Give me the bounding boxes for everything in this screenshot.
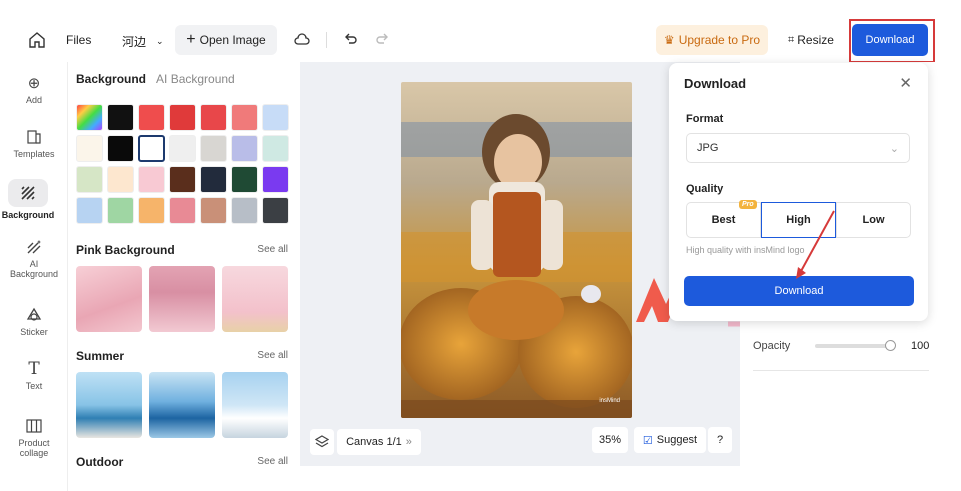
color-swatch[interactable]: [76, 166, 103, 193]
color-swatch[interactable]: [76, 135, 103, 162]
color-swatch[interactable]: [107, 135, 134, 162]
format-label: Format: [686, 113, 724, 125]
crown-icon: ♛: [663, 33, 675, 47]
chevron-down-icon: ⌄: [156, 36, 164, 46]
color-swatch[interactable]: [262, 104, 289, 131]
color-swatch[interactable]: [169, 197, 196, 224]
opacity-slider[interactable]: [815, 344, 891, 348]
top-toolbar: Files 河边 ⌄ + Open Image ♛ Upgrade to Pro…: [0, 0, 961, 62]
color-swatch[interactable]: [200, 135, 227, 162]
color-swatch[interactable]: [138, 197, 165, 224]
home-icon[interactable]: [26, 30, 48, 50]
pro-badge: Pro: [739, 200, 757, 209]
color-swatch[interactable]: [231, 135, 258, 162]
color-swatch[interactable]: [138, 104, 165, 131]
project-name-dropdown[interactable]: 河边 ⌄: [122, 33, 164, 50]
sticker-icon: [25, 306, 43, 324]
see-all-link[interactable]: See all: [257, 350, 288, 361]
upgrade-to-pro-button[interactable]: ♛ Upgrade to Pro: [656, 25, 768, 55]
toolbar-divider: [326, 32, 327, 48]
close-icon[interactable]: ✕: [899, 74, 912, 92]
color-swatch[interactable]: [231, 197, 258, 224]
color-swatch[interactable]: [200, 166, 227, 193]
color-swatch[interactable]: [138, 135, 165, 162]
color-swatch[interactable]: [76, 197, 103, 224]
background-panel: Background AI Background Pink Background…: [68, 62, 298, 491]
color-swatch[interactable]: [231, 104, 258, 131]
download-popup-title: Download: [684, 76, 747, 91]
color-swatch[interactable]: [169, 135, 196, 162]
quality-note: High quality with insMind logo: [686, 245, 805, 255]
nav-sticker[interactable]: Sticker: [0, 306, 68, 337]
format-select[interactable]: JPG ⌄: [686, 133, 910, 163]
see-all-link[interactable]: See all: [257, 244, 288, 255]
see-all-link[interactable]: See all: [257, 456, 288, 467]
summer-thumb[interactable]: [149, 372, 215, 438]
plus-circle-icon: ⊕: [27, 75, 41, 92]
opacity-value: 100: [911, 340, 930, 352]
annotation-arrow: [796, 210, 835, 279]
suggest-icon: ☑: [642, 434, 653, 447]
open-image-button[interactable]: + Open Image: [175, 25, 277, 55]
resize-icon: ⌗: [788, 33, 795, 46]
pink-background-thumb[interactable]: [76, 266, 142, 332]
section-title: Pink Background: [76, 243, 175, 257]
color-swatch[interactable]: [169, 166, 196, 193]
canvas-image[interactable]: insMind: [401, 82, 632, 418]
nav-templates[interactable]: Templates: [0, 128, 68, 159]
tab-ai-background[interactable]: AI Background: [156, 72, 235, 86]
opacity-slider-handle[interactable]: [885, 340, 896, 351]
canvas-pager[interactable]: Canvas 1/1 »: [337, 429, 421, 455]
nav-add[interactable]: ⊕ Add: [0, 74, 68, 105]
resize-button[interactable]: ⌗ Resize: [786, 25, 836, 55]
color-swatch[interactable]: [169, 104, 196, 131]
suggest-button[interactable]: ☑ Suggest: [634, 427, 706, 453]
color-swatch[interactable]: [138, 166, 165, 193]
plus-icon: +: [186, 31, 196, 48]
chevron-down-icon: ⌄: [889, 142, 899, 155]
quality-label: Quality: [686, 183, 724, 195]
text-icon: T: [28, 359, 40, 379]
color-swatch[interactable]: [107, 197, 134, 224]
background-icon: [8, 179, 48, 207]
zoom-level[interactable]: 35%: [592, 427, 628, 453]
help-button[interactable]: ?: [708, 427, 732, 453]
tab-background[interactable]: Background: [76, 72, 146, 86]
summer-thumb[interactable]: [76, 372, 142, 438]
color-swatch[interactable]: [231, 166, 258, 193]
nav-text[interactable]: T Text: [0, 359, 68, 391]
highlight-frame: [849, 19, 935, 63]
image-watermark: insMind: [599, 398, 620, 404]
color-swatch[interactable]: [262, 166, 289, 193]
nav-background[interactable]: Background: [0, 179, 62, 220]
double-chevron-right-icon: »: [405, 436, 412, 448]
color-swatch-grid: [76, 104, 289, 224]
pink-background-thumb[interactable]: [149, 266, 215, 332]
redo-icon[interactable]: [374, 31, 390, 47]
ai-background-icon: [25, 238, 43, 256]
section-title: Outdoor: [76, 455, 124, 469]
section-title: Summer: [76, 349, 125, 363]
color-swatch[interactable]: [200, 104, 227, 131]
files-menu[interactable]: Files: [66, 33, 91, 47]
templates-icon: [25, 128, 43, 146]
color-swatch[interactable]: [107, 166, 134, 193]
collage-icon: [25, 417, 43, 435]
pink-background-thumb[interactable]: [222, 266, 288, 332]
left-nav: ⊕ Add Templates Background AI Background…: [0, 62, 68, 491]
color-swatch[interactable]: [107, 104, 134, 131]
nav-ai-background[interactable]: AI Background: [0, 238, 68, 279]
cloud-sync-icon[interactable]: [293, 31, 311, 49]
layers-icon[interactable]: [310, 429, 334, 455]
opacity-label: Opacity: [753, 340, 791, 352]
quality-best-option[interactable]: Best Pro: [686, 200, 761, 238]
color-swatch[interactable]: [76, 104, 103, 131]
color-swatch[interactable]: [262, 197, 289, 224]
color-swatch[interactable]: [200, 197, 227, 224]
color-swatch[interactable]: [262, 135, 289, 162]
undo-icon[interactable]: [343, 31, 359, 47]
summer-thumb[interactable]: [222, 372, 288, 438]
nav-product-collage[interactable]: Product collage: [0, 417, 68, 458]
divider: [753, 370, 929, 371]
